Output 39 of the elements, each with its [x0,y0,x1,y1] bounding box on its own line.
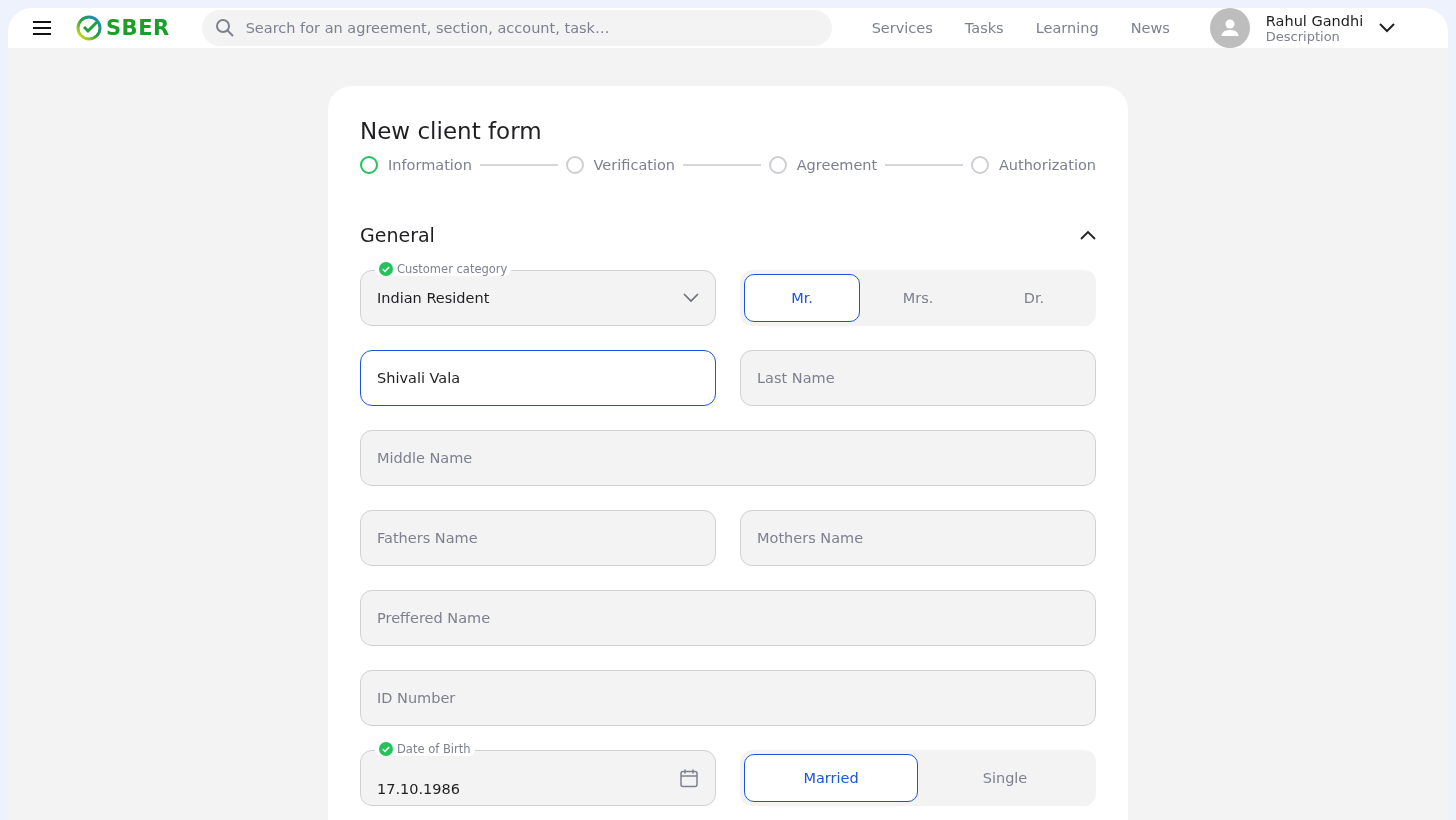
dropdown-button[interactable] [1379,23,1396,33]
nav-link[interactable]: Services [871,20,933,36]
form-title: New client form [360,118,543,144]
chevron-down-icon [683,293,699,303]
chevron-up-icon [1080,230,1096,240]
text-field[interactable]: Last Name [740,350,1096,406]
logo-icon [76,15,102,41]
collapse-button[interactable] [1080,230,1096,240]
text-field[interactable]: ID Number [360,670,1096,726]
logo-text: SBER [106,16,170,40]
menu-icon[interactable] [32,21,52,35]
text-field[interactable]: Fathers Name [360,510,716,566]
step-label: Information [388,157,472,173]
step-label: Verification [593,157,676,173]
chevron-down-icon [1379,23,1396,33]
text-field[interactable]: Middle Name [360,430,1096,486]
nav-link[interactable]: News [1130,20,1170,36]
segment-option[interactable]: Mrs. [860,274,976,322]
text-field[interactable]: Preffered Name [360,590,1096,646]
field-value: Indian Resident [377,290,491,306]
step-label: Agreement [796,157,878,173]
search-icon [214,18,235,38]
text-field[interactable]: Mothers Name [740,510,1096,566]
text-field[interactable]: Shivali Vala [360,350,716,406]
nav-link[interactable]: Learning [1035,20,1099,36]
user-name: Rahul Gandhi [1265,12,1364,29]
step-label: Authorization [998,157,1096,173]
calendar-icon[interactable] [679,768,699,788]
user-description: Description [1265,28,1341,44]
field-value: 17.10.1986 [377,780,462,797]
segment-option[interactable]: Married [744,754,918,802]
search-field[interactable]: Search for an agreement, section, account, task… [201,10,832,46]
nav-link[interactable]: Tasks [964,20,1004,36]
field-label: Customer category [397,262,508,276]
section-title: General [360,224,435,246]
segment-option[interactable]: Single [918,754,1092,802]
segment-option[interactable]: Mr. [744,274,860,322]
field-label: Date of Birth [397,742,471,756]
segment-option[interactable]: Dr. [976,274,1092,322]
